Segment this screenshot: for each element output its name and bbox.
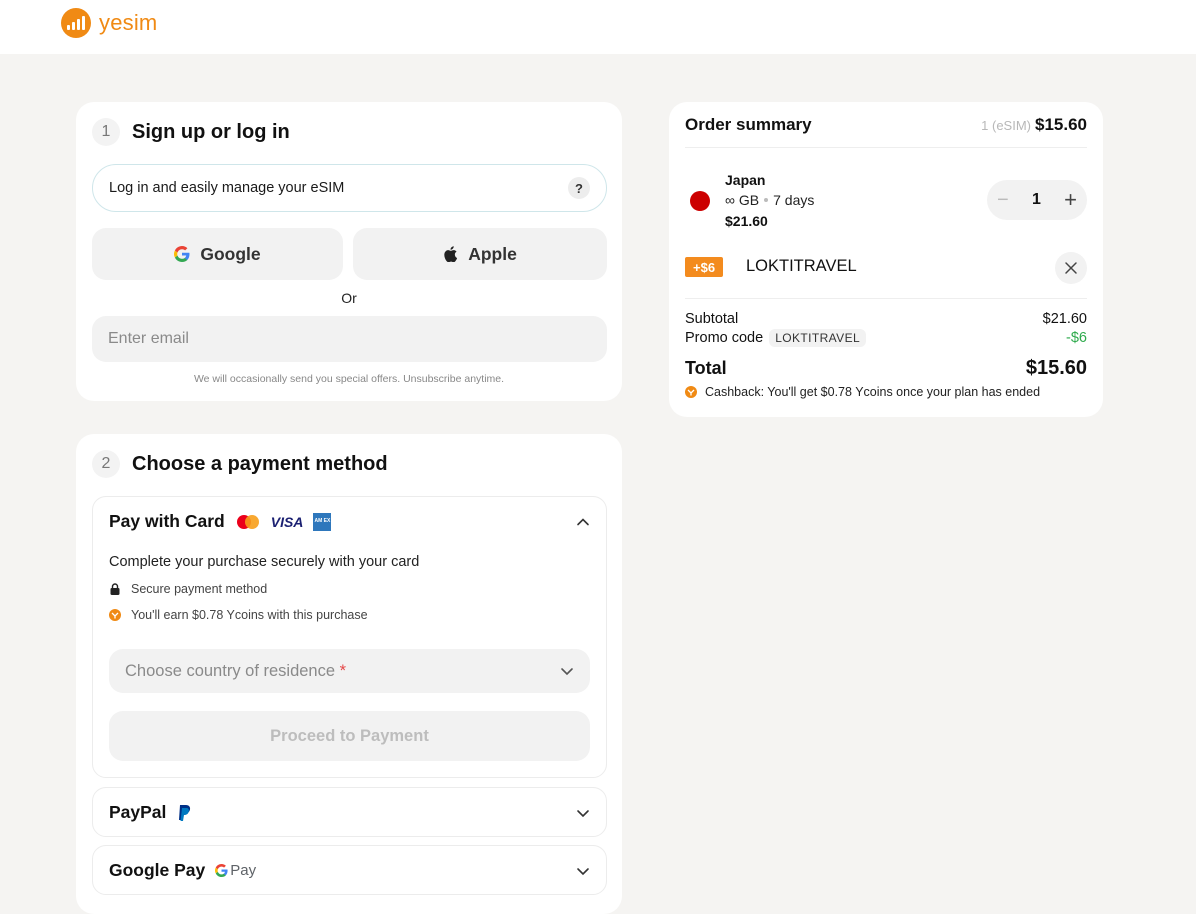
subtotal-label: Subtotal: [685, 311, 739, 327]
section-title: Sign up or log in: [132, 120, 290, 143]
google-pay-label: Google Pay: [109, 860, 206, 880]
signup-heading: 1 Sign up or log in: [92, 118, 290, 146]
cashback-text: Cashback: You'll get $0.78 Ycoins once y…: [705, 385, 1041, 399]
ycoins-text: You'll earn $0.78 Ycoins with this purch…: [131, 608, 368, 622]
brand-name: yesim: [99, 10, 158, 35]
section-title: Choose a payment method: [132, 452, 388, 475]
order-summary-title: Order summary: [685, 115, 812, 134]
apple-icon: [444, 246, 458, 262]
chevron-down-icon: [577, 810, 589, 818]
pay-with-card-label: Pay with Card: [109, 511, 225, 531]
secure-payment-feature: Secure payment method: [109, 582, 267, 596]
google-icon: [174, 246, 190, 262]
header-total: $15.60: [1035, 115, 1087, 134]
promo-discount-badge: +$6: [685, 257, 724, 277]
google-pay-panel[interactable]: Google Pay Pay: [92, 845, 607, 895]
total-value: $15.60: [1025, 357, 1087, 379]
or-divider: Or: [341, 290, 357, 306]
total-label: Total: [685, 358, 727, 378]
marketing-fine-print: We will occasionally send you special of…: [193, 373, 505, 385]
chevron-up-icon[interactable]: [576, 515, 590, 529]
plan-price: $21.60: [725, 213, 768, 229]
signup-card: 1 Sign up or log in Log in and easily ma…: [76, 102, 622, 401]
increase-quantity-button[interactable]: +: [1064, 187, 1077, 213]
payment-card: 2 Choose a payment method Pay with Card …: [76, 434, 622, 914]
subtotal-value: $21.60: [1042, 311, 1087, 327]
plan-country: Japan: [725, 172, 766, 188]
gpay-icon: Pay: [215, 862, 256, 879]
amex-icon: AM EX: [313, 512, 332, 531]
login-info-banner: Log in and easily manage your eSIM ?: [92, 164, 607, 212]
step-number: 2: [92, 450, 120, 478]
paypal-header: PayPal: [109, 802, 192, 823]
separator-dot: [764, 198, 769, 202]
country-select[interactable]: Choose country of residence *: [109, 649, 590, 693]
paypal-panel[interactable]: PayPal: [92, 787, 607, 837]
chevron-down-icon: [577, 868, 589, 876]
quantity-stepper: − 1 +: [987, 180, 1087, 220]
remove-promo-button[interactable]: [1055, 252, 1087, 284]
secure-payment-text: Secure payment method: [131, 582, 268, 596]
paypal-label: PayPal: [109, 802, 167, 822]
decrease-quantity-button[interactable]: −: [997, 189, 1009, 212]
promo-label: Promo code: [685, 330, 764, 346]
total-row: Total $15.60: [685, 357, 1087, 380]
ycoin-icon: [109, 609, 121, 621]
apple-label: Apple: [468, 243, 517, 264]
step-number: 1: [92, 118, 120, 146]
paypal-icon: [179, 804, 191, 821]
gpay-text: Pay: [230, 862, 257, 879]
google-pay-header: Google Pay Pay: [109, 860, 256, 881]
esim-count: 1 (eSIM): [981, 118, 1031, 133]
order-summary-total-header: 1 (eSIM) $15.60: [981, 115, 1087, 135]
quantity-value: 1: [1031, 191, 1041, 208]
applied-promo-code: LOKTITRAVEL: [746, 257, 857, 275]
plan-duration: 7 days: [773, 192, 815, 208]
visa-icon: VISA: [270, 513, 304, 530]
promo-tag: LOKTITRAVEL: [769, 329, 867, 347]
payment-heading: 2 Choose a payment method: [92, 450, 388, 478]
login-info-text: Log in and easily manage your eSIM: [109, 180, 345, 196]
divider: [685, 147, 1087, 148]
google-label: Google: [200, 243, 261, 264]
country-placeholder: Choose country of residence: [125, 661, 336, 680]
email-input[interactable]: [92, 316, 607, 362]
apple-login-button[interactable]: Apple: [353, 228, 607, 280]
plan-meta: ∞ GB 7 days: [725, 192, 814, 208]
proceed-to-payment-button[interactable]: Proceed to Payment: [109, 711, 590, 761]
required-mark: *: [339, 661, 347, 680]
plan-data: ∞ GB: [725, 192, 760, 208]
divider: [685, 298, 1087, 299]
japan-flag-icon: [690, 191, 710, 211]
brand-logo[interactable]: yesim: [61, 8, 157, 38]
promo-discount-value: -$6: [1066, 330, 1087, 346]
help-icon[interactable]: ?: [568, 177, 590, 199]
pay-with-card-header[interactable]: Pay with Card VISA AM EX: [109, 511, 332, 532]
top-bar: yesim: [0, 0, 1196, 54]
pay-with-card-panel: Pay with Card VISA AM EX Complete your p…: [92, 496, 607, 778]
google-login-button[interactable]: Google: [92, 228, 343, 280]
chevron-down-icon: [561, 668, 573, 676]
order-summary-card: Order summary 1 (eSIM) $15.60 Japan ∞ GB…: [669, 102, 1103, 417]
lock-icon: [110, 583, 120, 595]
promo-row: Promo code LOKTITRAVEL -$6: [685, 329, 1087, 347]
subtotal-row: Subtotal $21.60: [685, 311, 1087, 327]
signal-bars-icon: [61, 8, 91, 38]
ycoins-feature: You'll earn $0.78 Ycoins with this purch…: [109, 608, 368, 622]
close-icon: [1065, 262, 1077, 274]
mastercard-icon: [236, 514, 259, 529]
ycoin-icon: [685, 386, 697, 398]
cashback-note: Cashback: You'll get $0.78 Ycoins once y…: [685, 385, 1040, 399]
card-description: Complete your purchase securely with you…: [109, 554, 420, 570]
